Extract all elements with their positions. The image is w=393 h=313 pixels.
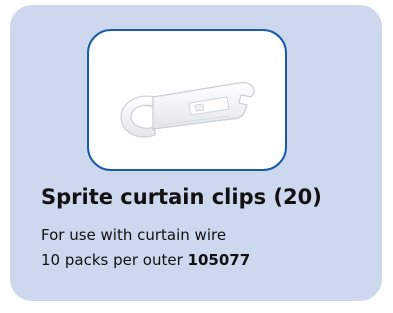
pack-info: 10 packs per outer 105077 — [41, 251, 250, 269]
product-code: 105077 — [187, 251, 251, 269]
product-card: Sprite curtain clips (20) For use with c… — [10, 5, 382, 301]
curtain-clip-icon — [120, 82, 255, 138]
product-title: Sprite curtain clips (20) — [41, 185, 322, 209]
pack-info-text: 10 packs per outer — [41, 251, 183, 269]
product-image-frame — [87, 29, 287, 171]
product-description: For use with curtain wire — [41, 226, 227, 244]
